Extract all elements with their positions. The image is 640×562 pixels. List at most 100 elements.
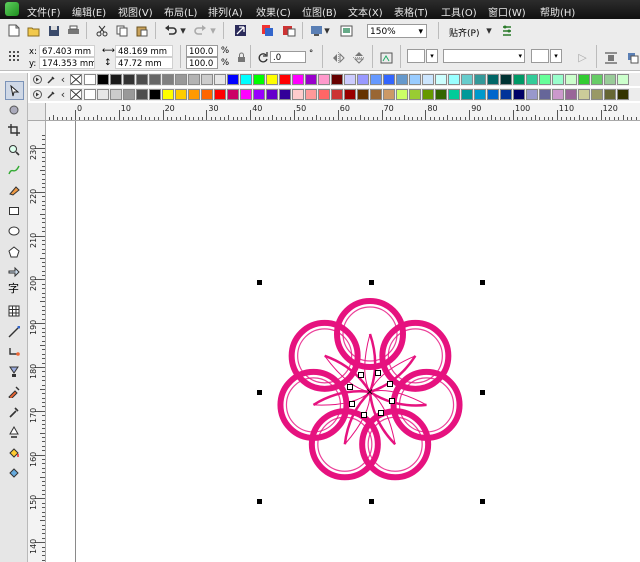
undo-dropdown-icon[interactable]: ▾ <box>178 22 188 39</box>
selection-handle-top-left[interactable] <box>257 280 262 285</box>
quick-trace-icon[interactable] <box>378 49 395 66</box>
palette-top-swatch-33[interactable] <box>513 74 525 85</box>
pick-tool-icon[interactable] <box>5 81 24 100</box>
palette-top-swatch-37[interactable] <box>565 74 577 85</box>
publish-pdf-icon[interactable] <box>280 22 297 39</box>
transparency-tool-icon[interactable] <box>5 383 22 400</box>
palette-top-swatch-32[interactable] <box>500 74 512 85</box>
palette-top-swatch-23[interactable] <box>383 74 395 85</box>
import-icon[interactable] <box>232 22 249 39</box>
palette-bottom-swatch-9[interactable] <box>201 89 213 100</box>
palette-top-swatch-27[interactable] <box>435 74 447 85</box>
rectangle-tool-icon[interactable] <box>5 202 22 219</box>
menu-bitmaps[interactable]: 位图(B) <box>302 4 337 19</box>
selection-handle-left[interactable] <box>257 390 262 395</box>
menu-arrange[interactable]: 排列(A) <box>208 4 243 19</box>
menu-tools[interactable]: 工具(O) <box>441 4 477 19</box>
x-position-field[interactable]: 67.403 mm <box>39 45 95 57</box>
start-arrow-icon[interactable]: ▷ <box>574 49 591 66</box>
scale-x-field[interactable]: 100.0 <box>186 45 218 57</box>
open-folder-icon[interactable] <box>25 22 42 39</box>
text-tool-icon[interactable]: 字 <box>5 279 22 296</box>
interactive-fill-tool-icon[interactable] <box>5 464 22 481</box>
welcome-screen-icon[interactable] <box>338 22 355 39</box>
lock-ratio-icon[interactable] <box>233 49 250 66</box>
palette-top-swatch-17[interactable] <box>305 74 317 85</box>
fill-color-dropdown-icon[interactable]: ▾ <box>550 49 562 63</box>
new-document-icon[interactable] <box>5 22 22 39</box>
outline-color-dropdown-icon[interactable]: ▾ <box>426 49 438 63</box>
node-marker[interactable] <box>374 369 381 376</box>
palette-bottom-swatch-29[interactable] <box>461 89 473 100</box>
palette-top-swatch-41[interactable] <box>617 74 629 85</box>
polygon-tool-icon[interactable] <box>5 243 22 260</box>
width-field[interactable]: 48.169 mm <box>115 45 173 57</box>
node-marker[interactable] <box>361 412 368 419</box>
palette-bottom-swatch-13[interactable] <box>253 89 265 100</box>
palette-bottom-swatch-0[interactable] <box>84 89 96 100</box>
palette-bottom-swatch-8[interactable] <box>188 89 200 100</box>
palette-top-swatch-2[interactable] <box>110 74 122 85</box>
palette-top-swatch-40[interactable] <box>604 74 616 85</box>
palette-bottom-swatch-38[interactable] <box>578 89 590 100</box>
palette-top-swatch-28[interactable] <box>448 74 460 85</box>
wrap-text-icon[interactable] <box>602 49 619 66</box>
eyedropper-tool-icon[interactable] <box>5 403 22 420</box>
menu-edit[interactable]: 编辑(E) <box>72 4 106 19</box>
palette-top-swatch-0[interactable] <box>84 74 96 85</box>
palette-top-swatch-4[interactable] <box>136 74 148 85</box>
palette-top-swatch-16[interactable] <box>292 74 304 85</box>
palette-top-swatch-20[interactable] <box>344 74 356 85</box>
dimension-tool-icon[interactable] <box>5 323 22 340</box>
palette-bottom-swatch-12[interactable] <box>240 89 252 100</box>
palette-top-swatch-11[interactable] <box>227 74 239 85</box>
node-marker[interactable] <box>387 380 394 387</box>
palette-top-swatch-8[interactable] <box>188 74 200 85</box>
menu-text[interactable]: 文本(X) <box>348 4 383 19</box>
palette-bottom-swatch-30[interactable] <box>474 89 486 100</box>
palette-top-swatch-36[interactable] <box>552 74 564 85</box>
outline-color-swatch[interactable] <box>407 49 425 63</box>
palette-bottom-swatch-18[interactable] <box>318 89 330 100</box>
paste-icon[interactable] <box>133 22 150 39</box>
palette-top-swatch-24[interactable] <box>396 74 408 85</box>
palette-top-swatch-12[interactable] <box>240 74 252 85</box>
palette-top-swatch-10[interactable] <box>214 74 226 85</box>
connector-tool-icon[interactable] <box>5 343 22 360</box>
basic-shapes-tool-icon[interactable] <box>5 263 22 280</box>
snap-to-button[interactable]: 贴齐(P) <box>449 26 479 39</box>
no-color-swatch-2[interactable] <box>70 89 82 100</box>
palette-top-swatch-21[interactable] <box>357 74 369 85</box>
node-marker[interactable] <box>389 397 396 404</box>
selection-handle-right[interactable] <box>480 390 485 395</box>
outline-tool-icon[interactable] <box>5 423 22 440</box>
palette-top-swatch-30[interactable] <box>474 74 486 85</box>
palette-bottom-swatch-1[interactable] <box>97 89 109 100</box>
palette-top-swatch-6[interactable] <box>162 74 174 85</box>
palette-top-swatch-14[interactable] <box>266 74 278 85</box>
smart-fill-tool-icon[interactable] <box>5 181 22 198</box>
palette-top-swatch-22[interactable] <box>370 74 382 85</box>
palette-top-swatch-26[interactable] <box>422 74 434 85</box>
mirror-horizontal-icon[interactable] <box>330 49 347 66</box>
palette-bottom-swatch-19[interactable] <box>331 89 343 100</box>
palette-top-swatch-15[interactable] <box>279 74 291 85</box>
palette-top-swatch-9[interactable] <box>201 74 213 85</box>
palette-bottom-swatch-6[interactable] <box>162 89 174 100</box>
undo-icon[interactable] <box>162 22 179 39</box>
zoom-level-select[interactable]: 150% ▾ <box>367 24 427 38</box>
palette-bottom-swatch-4[interactable] <box>136 89 148 100</box>
palette-bottom-swatch-17[interactable] <box>305 89 317 100</box>
menu-layout[interactable]: 布局(L) <box>164 4 197 19</box>
print-icon[interactable] <box>65 22 82 39</box>
redo-icon[interactable] <box>192 22 209 39</box>
launcher-dropdown-icon[interactable]: ▾ <box>322 22 332 39</box>
export-icon[interactable] <box>258 22 275 39</box>
palette-bottom-swatch-40[interactable] <box>604 89 616 100</box>
menu-table[interactable]: 表格(T) <box>394 4 428 19</box>
palette-bottom-swatch-2[interactable] <box>110 89 122 100</box>
palette-top-swatch-38[interactable] <box>578 74 590 85</box>
redo-dropdown-icon[interactable]: ▾ <box>208 22 218 39</box>
y-position-field[interactable]: 174.353 mm <box>39 57 95 69</box>
palette-bottom-swatch-28[interactable] <box>448 89 460 100</box>
